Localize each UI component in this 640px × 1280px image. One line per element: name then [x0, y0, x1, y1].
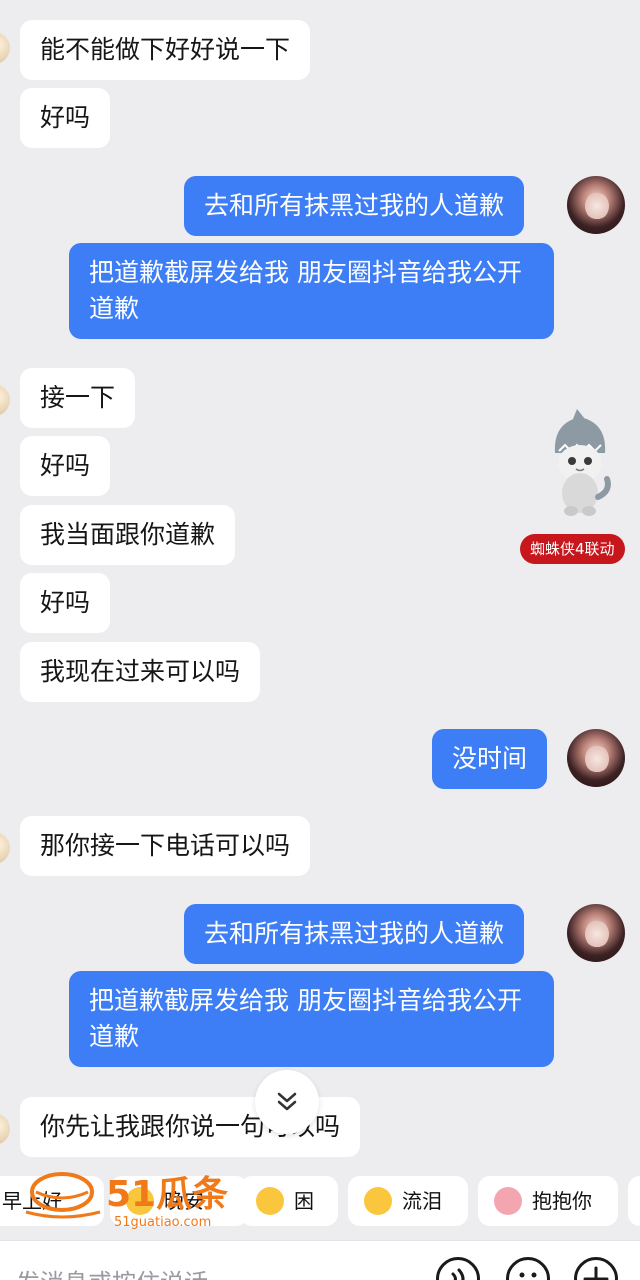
contact-avatar[interactable]: [0, 384, 10, 416]
promo-badge[interactable]: 蜘蛛侠4联动: [520, 534, 625, 564]
contact-avatar[interactable]: [0, 832, 10, 864]
hug-emoji-icon: [494, 1187, 522, 1215]
message-outgoing[interactable]: 去和所有抹黑过我的人道歉: [184, 904, 525, 964]
message-incoming[interactable]: 能不能做下好好说一下: [20, 20, 311, 80]
double-chevron-down-icon: [277, 1092, 297, 1111]
message-outgoing[interactable]: 把道歉截屏发给我 朋友圈抖音给我公开道歉: [69, 243, 554, 339]
quick-reply-more[interactable]: [628, 1176, 640, 1226]
user-avatar[interactable]: [567, 729, 625, 787]
message-outgoing[interactable]: 去和所有抹黑过我的人道歉: [184, 176, 525, 236]
message-input[interactable]: 发消息或按住说话: [16, 1263, 208, 1280]
contact-avatar[interactable]: [0, 32, 10, 64]
quick-reply-sleepy[interactable]: 困: [240, 1176, 338, 1226]
shark-cat-mascot-icon[interactable]: [545, 405, 615, 520]
quick-reply-label: 困: [294, 1189, 314, 1213]
watermark-brand: 51瓜条: [106, 1174, 228, 1215]
message-incoming[interactable]: 好吗: [20, 88, 111, 148]
smiley-face-icon: [519, 1272, 537, 1278]
message-outgoing[interactable]: 没时间: [432, 729, 548, 789]
quick-reply-label: 流泪: [402, 1189, 442, 1213]
chat-area: 能不能做下好好说一下 好吗 去和所有抹黑过我的人道歉 把道歉截屏发给我 朋友圈抖…: [0, 0, 640, 1170]
voice-input-button[interactable]: [436, 1257, 480, 1280]
message-input-bar: 发消息或按住说话: [0, 1240, 640, 1280]
message-incoming[interactable]: 我现在过来可以吗: [20, 642, 261, 702]
drowsy-face-emoji-icon: [256, 1187, 284, 1215]
message-incoming[interactable]: 好吗: [20, 436, 111, 496]
quick-reply-hug[interactable]: 抱抱你: [478, 1176, 618, 1226]
plus-icon: [583, 1266, 609, 1280]
message-outgoing[interactable]: 把道歉截屏发给我 朋友圈抖音给我公开道歉: [69, 971, 554, 1067]
message-incoming[interactable]: 接一下: [20, 368, 136, 428]
quick-reply-label: 抱抱你: [532, 1189, 592, 1213]
watermark-site: 51guatiao.com: [114, 1215, 211, 1230]
crying-face-emoji-icon: [364, 1187, 392, 1215]
site-watermark-logo: 51瓜条 51guatiao.com: [25, 1172, 228, 1230]
contact-avatar[interactable]: [0, 1113, 10, 1145]
user-avatar[interactable]: [567, 904, 625, 962]
more-actions-button[interactable]: [574, 1257, 618, 1280]
scroll-to-bottom-button[interactable]: [255, 1070, 319, 1134]
message-incoming[interactable]: 好吗: [20, 573, 111, 633]
user-avatar[interactable]: [567, 176, 625, 234]
quick-reply-tears[interactable]: 流泪: [348, 1176, 468, 1226]
message-incoming[interactable]: 我当面跟你道歉: [20, 505, 236, 565]
emoji-button[interactable]: [506, 1257, 550, 1280]
sound-wave-icon: [451, 1268, 465, 1280]
message-incoming[interactable]: 那你接一下电话可以吗: [20, 816, 311, 876]
